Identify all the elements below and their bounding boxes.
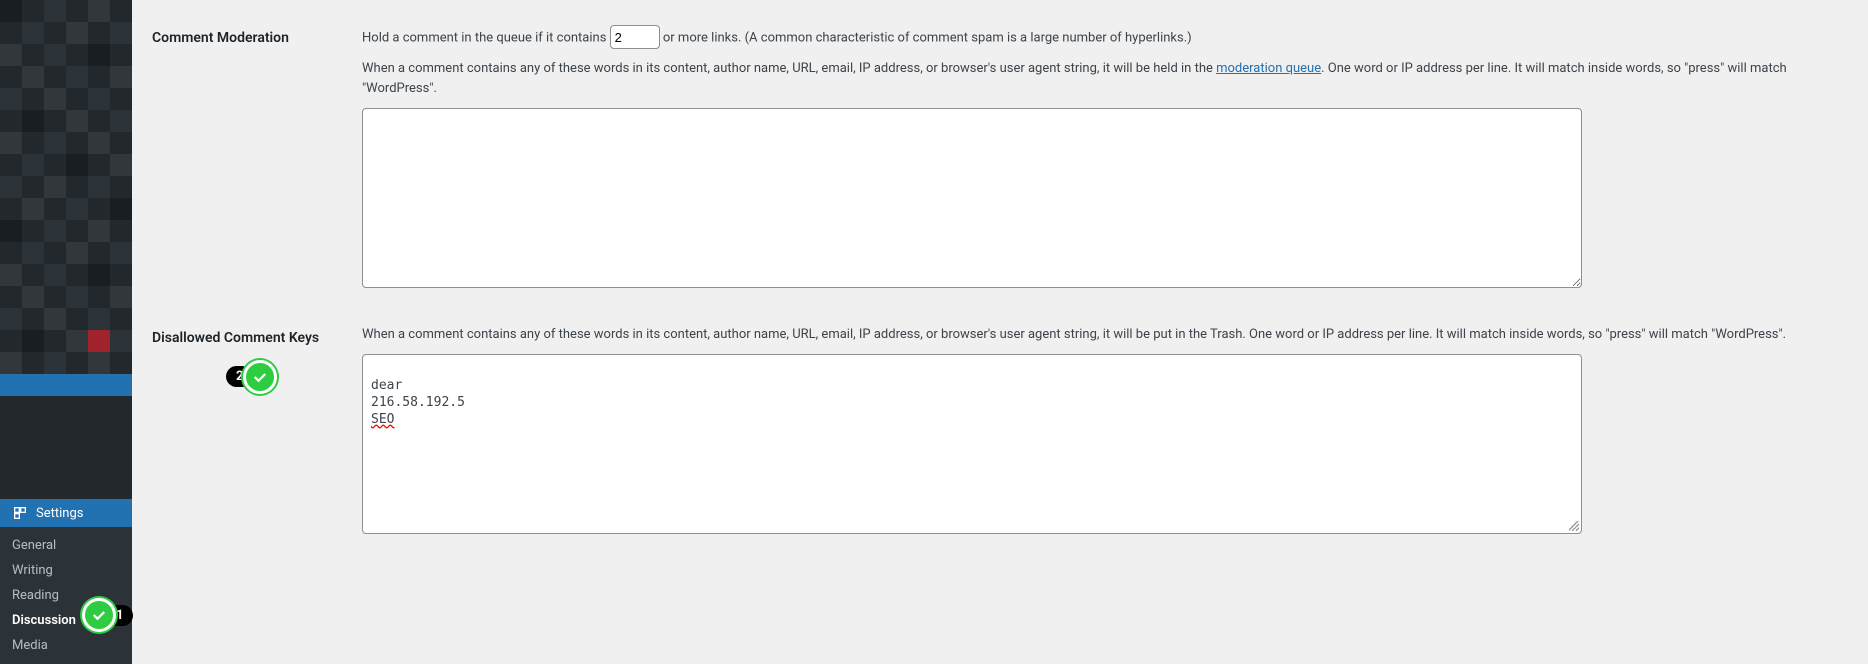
sidebar-item-settings[interactable]: Settings <box>0 499 132 527</box>
settings-submenu: General Writing Reading Discussion 1 Med… <box>0 527 132 664</box>
resize-handle-icon[interactable] <box>1569 521 1579 531</box>
disallowed-desc: When a comment contains any of these wor… <box>362 325 1838 345</box>
submenu-item-discussion[interactable]: Discussion 1 <box>0 608 132 633</box>
annotation-2: 2 <box>226 360 287 394</box>
moderation-queue-link[interactable]: moderation queue <box>1216 61 1321 76</box>
moderation-links-input[interactable] <box>610 25 660 49</box>
settings-content: Comment Moderation Hold a comment in the… <box>132 0 1868 664</box>
sidebar-obscured-area <box>0 0 132 499</box>
submenu-item-media[interactable]: Media <box>0 633 132 658</box>
submenu-item-reading[interactable]: Reading <box>0 583 132 608</box>
settings-icon <box>10 505 30 521</box>
submenu-item-writing[interactable]: Writing <box>0 558 132 583</box>
disallowed-keys-textarea[interactable]: dear 216.58.192.5 SEO <box>362 354 1582 534</box>
moderation-desc: When a comment contains any of these wor… <box>362 59 1838 98</box>
admin-sidebar: Settings General Writing Reading Discuss… <box>0 0 132 664</box>
moderation-links-row: Hold a comment in the queue if it contai… <box>362 25 1838 49</box>
sidebar-item-label: Settings <box>36 506 83 521</box>
comment-moderation-heading: Comment Moderation <box>152 10 352 310</box>
disallowed-keys-heading: Disallowed Comment Keys <box>152 330 319 346</box>
submenu-item-general[interactable]: General <box>0 533 132 558</box>
moderation-keys-textarea[interactable] <box>362 108 1582 288</box>
